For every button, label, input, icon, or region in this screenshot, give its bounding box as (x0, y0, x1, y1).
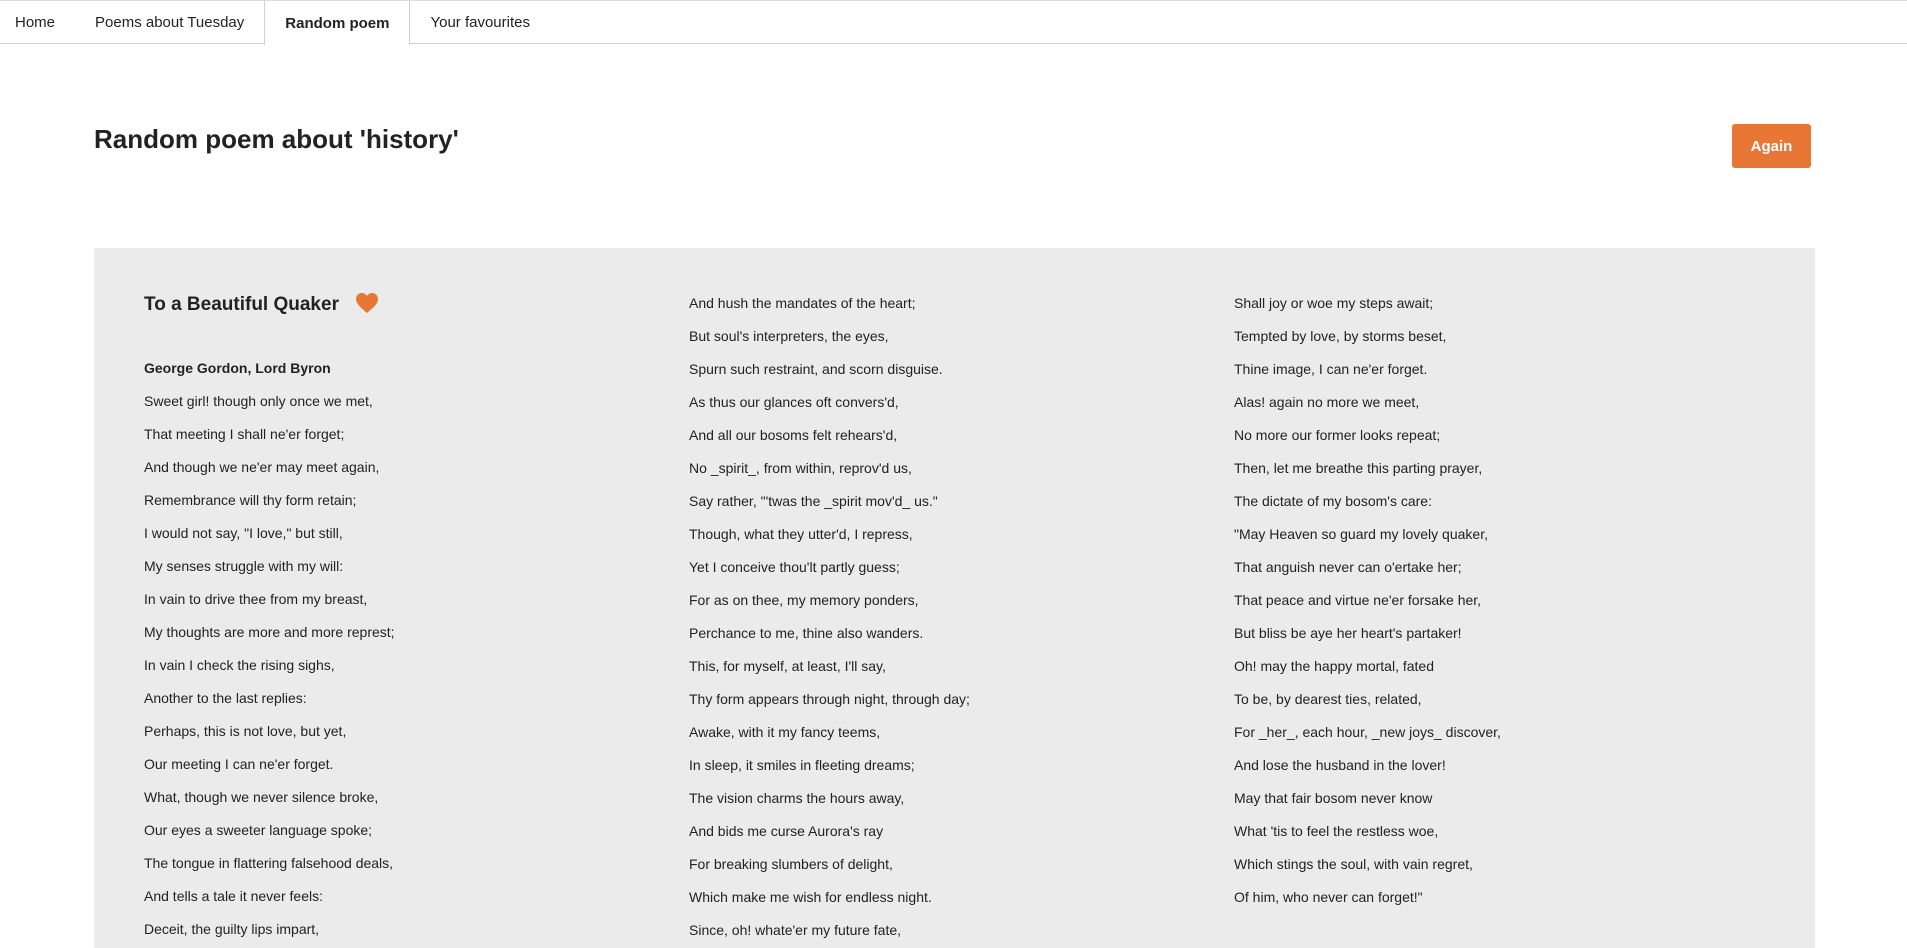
poem-line: Of him, who never can forget!" (1234, 889, 1423, 905)
tab-home[interactable]: Home (0, 1, 75, 44)
poem-line: Perhaps, this is not love, but yet, (144, 723, 347, 739)
poem-line: Thine image, I can ne'er forget. (1234, 361, 1428, 377)
poem-line: Another to the last replies: (144, 690, 307, 706)
poem-line: And hush the mandates of the heart; (689, 295, 916, 311)
poem-line: Yet I conceive thou'lt partly guess; (689, 559, 900, 575)
poem-line: Perchance to me, thine also wanders. (689, 625, 924, 641)
poem-header: To a Beautiful Quaker (144, 292, 379, 316)
poem-line: In vain to drive thee from my breast, (144, 591, 368, 607)
tab-poems-about-tuesday[interactable]: Poems about Tuesday (75, 1, 264, 44)
poem-line: What 'tis to feel the restless woe, (1234, 823, 1439, 839)
poem-line: For as on thee, my memory ponders, (689, 592, 919, 608)
poem-title: To a Beautiful Quaker (144, 294, 339, 315)
poem-line: And though we ne'er may meet again, (144, 459, 380, 475)
poem-line: My senses struggle with my will: (144, 558, 344, 574)
poem-line: The tongue in flattering falsehood deals… (144, 855, 394, 871)
poem-line: Sweet girl! though only once we met, (144, 393, 373, 409)
page-title: Random poem about 'history' (94, 124, 459, 154)
poem-line: Thy form appears through night, through … (689, 691, 970, 707)
poem-line: May that fair bosom never know (1234, 790, 1433, 806)
poem-line: To be, by dearest ties, related, (1234, 691, 1422, 707)
tab-your-favourites[interactable]: Your favourites (410, 1, 550, 44)
poem-line: Awake, with it my fancy teems, (689, 724, 881, 740)
poem-lines-column-2: And hush the mandates of the heart; But s… (689, 287, 970, 947)
poem-line: That anguish never can o'ertake her; (1234, 559, 1462, 575)
poem-line: Say rather, "'twas the _spirit mov'd_ us… (689, 493, 938, 509)
poem-line: But bliss be aye her heart's partaker! (1234, 625, 1462, 641)
poem-line: I would not say, "I love," but still, (144, 525, 343, 541)
poem-line: That meeting I shall ne'er forget; (144, 426, 345, 442)
poem-line: Deceit, the guilty lips impart, (144, 921, 320, 937)
poem-line: Which stings the soul, with vain regret, (1234, 856, 1473, 872)
poem-line: No _spirit_, from within, reprov'd us, (689, 460, 912, 476)
poem-line: In vain I check the rising sighs, (144, 657, 335, 673)
poem-lines-column-1: Sweet girl! though only once we met, That… (144, 385, 395, 946)
poem-line: No more our former looks repeat; (1234, 427, 1441, 443)
poem-line: My thoughts are more and more represt; (144, 624, 395, 640)
poem-line: That peace and virtue ne'er forsake her, (1234, 592, 1482, 608)
poem-line: The vision charms the hours away, (689, 790, 905, 806)
poem-line: Which make me wish for endless night. (689, 889, 932, 905)
poem-line: Remembrance will thy form retain; (144, 492, 357, 508)
poem-line: And bids me curse Aurora's ray (689, 823, 884, 839)
poem-panel: To a Beautiful Quaker George Gordon, Lor… (94, 248, 1815, 948)
poem-line: The dictate of my bosom's care: (1234, 493, 1432, 509)
heart-icon[interactable] (355, 292, 379, 314)
poem-line: Though, what they utter'd, I repress, (689, 526, 913, 542)
poem-line: Then, let me breathe this parting prayer… (1234, 460, 1483, 476)
poem-line: But soul's interpreters, the eyes, (689, 328, 889, 344)
again-button[interactable]: Again (1732, 124, 1811, 168)
poem-line: Our meeting I can ne'er forget. (144, 756, 334, 772)
poem-lines-column-3: Shall joy or woe my steps await; Tempted … (1234, 287, 1501, 914)
tab-random-poem[interactable]: Random poem (264, 1, 411, 45)
poem-line: Alas! again no more we meet, (1234, 394, 1420, 410)
poem-line: And all our bosoms felt rehears'd, (689, 427, 898, 443)
poem-line: And lose the husband in the lover! (1234, 757, 1446, 773)
poem-line: For breaking slumbers of delight, (689, 856, 893, 872)
poem-line: Since, oh! whate'er my future fate, (689, 922, 902, 938)
poem-line: For _her_, each hour, _new joys_ discove… (1234, 724, 1501, 740)
poem-line: Shall joy or woe my steps await; (1234, 295, 1434, 311)
poem-line: Our eyes a sweeter language spoke; (144, 822, 373, 838)
poem-line: And tells a tale it never feels: (144, 888, 323, 904)
poem-author: George Gordon, Lord Byron (144, 360, 331, 376)
poem-line: "May Heaven so guard my lovely quaker, (1234, 526, 1488, 542)
poem-line: This, for myself, at least, I'll say, (689, 658, 886, 674)
poem-line: In sleep, it smiles in fleeting dreams; (689, 757, 915, 773)
poem-line: As thus our glances oft convers'd, (689, 394, 899, 410)
tab-bar: Home Poems about Tuesday Random poem You… (0, 0, 1907, 45)
poem-line: Oh! may the happy mortal, fated (1234, 658, 1434, 674)
poem-line: Spurn such restraint, and scorn disguise… (689, 361, 943, 377)
poem-line: What, though we never silence broke, (144, 789, 379, 805)
poem-line: Tempted by love, by storms beset, (1234, 328, 1447, 344)
